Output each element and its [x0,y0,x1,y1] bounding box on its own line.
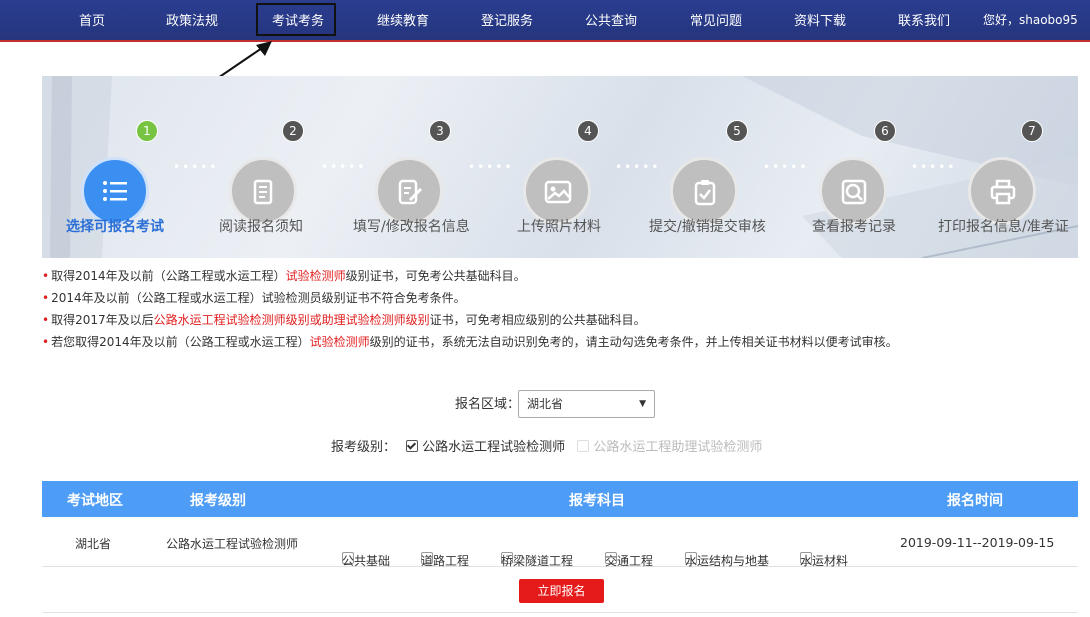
step-5-badge: 5 [726,120,748,142]
level-row: 报考级别： 公路水运工程试验检测师 公路水运工程助理试验检测师 [331,436,762,455]
step-connector: ••••• [321,160,367,174]
level-option-2: 公路水运工程助理试验检测师 [593,440,763,455]
step-6-label[interactable]: 查看报考记录 [812,216,896,236]
clipboard-check-icon [694,180,716,206]
bullet-icon: • [42,313,50,327]
subject-label: 道路工程 [421,554,470,568]
nav-public-query[interactable]: 公共查询 [585,10,637,29]
step-4-label[interactable]: 上传照片材料 [517,216,601,236]
notice-highlight: 试验检测师 [309,335,370,349]
cell-time: 2019-09-11--2019-09-15 [900,535,1055,550]
step-connector: ••••• [468,160,514,174]
nav-registration[interactable]: 登记服务 [481,10,533,29]
nav-downloads[interactable]: 资料下载 [794,10,846,29]
step-connector: ••••• [911,160,957,174]
notice-text: 2014年及以前（公路工程或水运工程）试验检测员级别证书不符合免考条件。 [51,291,466,305]
edit-icon [398,179,423,205]
header-region: 考试地区 [67,493,123,509]
step-banner: 1 2 3 4 5 6 7 ••••• ••••• ••••• ••••• ••… [42,76,1078,258]
notice-item: • 若您取得2014年及以前（公路工程或水运工程）试验检测师级别的证书，系统无法自… [42,331,898,353]
header-level: 报考级别 [190,493,246,509]
step-4-badge: 4 [577,120,599,142]
notice-text: 若您取得2014年及以前（公路工程或水运工程） [51,335,310,349]
subject-label: 水运结构与地基 [685,554,770,568]
subject-label: 桥梁隧道工程 [501,554,574,568]
step-3-icon[interactable] [375,157,443,225]
cell-region: 湖北省 [75,537,112,551]
divider [42,612,1078,613]
image-icon [544,180,572,204]
notice-highlight: 公路水运工程试验检测师级别或助理试验检测师级别 [153,313,430,327]
step-3-label[interactable]: 填写/修改报名信息 [353,216,470,236]
step-connector: ••••• [615,160,661,174]
header-time: 报名时间 [947,493,1003,509]
step-3-badge: 3 [429,120,451,142]
notice-text: 证书，可免考相应级别的公共基础科目。 [429,313,646,327]
step-1-badge: 1 [136,120,158,142]
bullet-icon: • [42,291,50,305]
apply-now-button[interactable]: 立即报名 [519,579,604,603]
step-7-label[interactable]: 打印报名信息/准考证 [938,216,1069,236]
step-1-icon[interactable] [81,157,149,225]
step-6-badge: 6 [874,120,896,142]
step-connector: ••••• [763,160,809,174]
notice-text: 级别的证书，系统无法自动识别免考的，请主动勾选免考条件，并上传相关证书材料以便考… [369,335,898,349]
user-greeting[interactable]: 您好，shaobo95 [983,11,1078,28]
level-label: 报考级别： [331,440,397,455]
step-2-label[interactable]: 阅读报名须知 [219,216,303,236]
step-2-badge: 2 [282,120,304,142]
notice-highlight: 试验检测师 [285,269,346,283]
region-label: 报名区域： [455,397,521,412]
level-checkbox-2[interactable] [577,440,590,452]
cell-level: 公路水运工程试验检测师 [166,537,299,551]
notice-text: 取得2014年及以前（公路工程或水运工程） [51,269,286,283]
step-5-label[interactable]: 提交/撤销提交审核 [649,216,766,236]
document-icon [253,179,273,205]
step-2-icon[interactable] [229,157,297,225]
region-value: 湖北省 [527,397,564,411]
notice-item: • 取得2014年及以前（公路工程或水运工程）试验检测师级别证书，可免考公共基础科… [42,265,898,287]
step-5-icon[interactable] [670,157,738,225]
notice-list: • 取得2014年及以前（公路工程或水运工程）试验检测师级别证书，可免考公共基础科… [42,265,898,353]
step-1-label[interactable]: 选择可报名考试 [66,216,164,236]
notice-item: • 2014年及以前（公路工程或水运工程）试验检测员级别证书不符合免考条件。 [42,287,898,309]
nav-faq[interactable]: 常见问题 [690,10,742,29]
subject-label: 公共基础 [342,554,391,568]
search-record-icon [841,179,867,205]
notice-text: 级别证书，可免考公共基础科目。 [345,269,526,283]
subject-label: 交通工程 [605,554,654,568]
step-6-icon[interactable] [819,157,887,225]
list-icon [103,181,127,201]
dropdown-caret-icon: ▼ [639,399,646,409]
printer-icon [990,179,1016,205]
step-connector: ••••• [173,160,219,174]
level-checkbox-1[interactable] [406,440,419,452]
bullet-icon: • [42,269,50,283]
step-4-icon[interactable] [523,157,591,225]
nav-contact[interactable]: 联系我们 [898,10,950,29]
table-header: 考试地区 报考级别 报考科目 报名时间 [42,481,1078,517]
step-7-badge: 7 [1021,120,1043,142]
bullet-icon: • [42,335,50,349]
notice-text: 取得2017年及以后 [51,313,154,327]
subject-label: 水运材料 [800,554,849,568]
step-7-icon[interactable] [968,157,1036,225]
table-row: 湖北省 公路水运工程试验检测师 公共基础 道路工程 桥梁隧道工程 交通工程 水运… [42,518,1078,568]
level-option-1[interactable]: 公路水运工程试验检测师 [422,440,565,455]
nav-continuing-edu[interactable]: 继续教育 [377,10,429,29]
notice-item: • 取得2017年及以后公路水运工程试验检测师级别或助理试验检测师级别证书，可免考… [42,309,898,331]
region-select[interactable]: 湖北省 ▼ [518,390,655,418]
header-subjects: 报考科目 [569,493,625,509]
